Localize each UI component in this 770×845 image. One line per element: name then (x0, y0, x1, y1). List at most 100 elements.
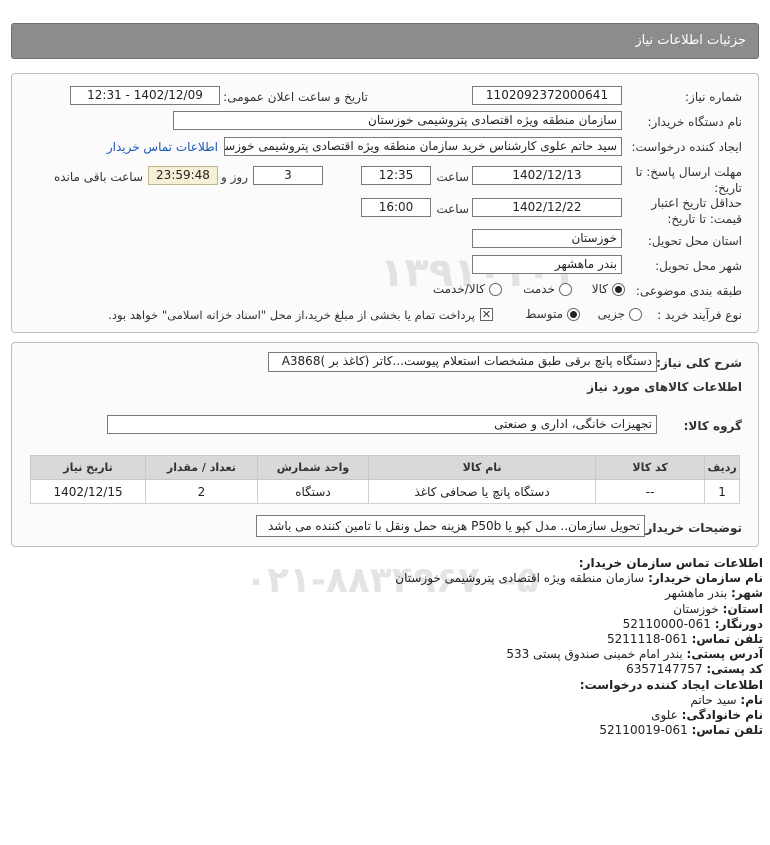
validity-label: حداقل تاریخ اعتبار قیمت: تا تاریخ: (651, 195, 742, 227)
goods-info-title: اطلاعات کالاهای مورد نیاز (587, 380, 742, 394)
page-header: جزئیات اطلاعات نیاز (11, 23, 759, 59)
deadline-date-field: 1402/12/13 (472, 166, 622, 185)
contact-city-label: شهر: (731, 586, 763, 601)
cell-code: -- (594, 479, 706, 504)
goods-group-label: گروه کالا: (683, 419, 742, 433)
category-option-goods: کالا (591, 282, 608, 296)
contact-fax-row: دورنگار: 061-52110000 (23, 617, 763, 632)
deadline-label-line1: مهلت ارسال پاسخ: تا (635, 165, 742, 179)
announce-label: تاریخ و ساعت اعلان عمومی: (223, 90, 368, 104)
radio-selected-icon[interactable] (567, 307, 580, 321)
category-option-goods-service: کالا/خدمت (432, 282, 485, 296)
cell-qty: 2 (145, 479, 258, 504)
creator-family-label: نام خانوادگی: (681, 708, 763, 723)
table-row: 1 -- دستگاه پانچ یا صحافی کاغذ دستگاه 2 … (29, 479, 740, 504)
contact-province-row: استان: خوزستان (23, 602, 763, 617)
contact-address-value: بندر امام خمینی صندوق پستی 533 (506, 647, 683, 662)
need-summary-field: دستگاه پانچ برقی طبق مشخصات استعلام پیوس… (268, 352, 657, 372)
validity-time-field: 16:00 (361, 198, 431, 217)
category-radio-goods-service[interactable]: کالا/خدمت (422, 281, 502, 297)
contact-address-row: آدرس پستی: بندر امام خمینی صندوق پستی 53… (23, 647, 763, 662)
creator-field: سید حاتم علوی کارشناس خرید سازمان منطقه … (224, 137, 622, 156)
payment-note: پرداخت تمام یا بخشی از مبلغ خرید،از محل … (108, 308, 475, 322)
col-row-header: ردیف (704, 455, 740, 480)
creator-name-value: سید حاتم (690, 692, 737, 707)
creator-name-label: نام: (740, 692, 763, 707)
contact-phone-row: تلفن تماس: 061-5211118 (23, 632, 763, 647)
creator-phone-label: تلفن تماس: (691, 723, 763, 738)
buyer-notes-label: توضیحات خریدار: (640, 521, 742, 535)
validity-date-field: 1402/12/22 (472, 198, 622, 217)
cell-unit: دستگاه (256, 479, 370, 504)
contact-phone-label: تلفن تماس: (691, 632, 763, 647)
days-field: 3 (253, 166, 323, 185)
validity-label-line2: قیمت: تا تاریخ: (667, 212, 742, 226)
process-option-minor: جزیی (597, 307, 625, 321)
days-label: روز و (221, 170, 248, 184)
contact-org-label: نام سازمان خریدار: (648, 571, 763, 586)
process-radio-minor[interactable]: جزیی (592, 306, 642, 322)
need-summary-label: شرح کلی نیاز: (656, 356, 742, 370)
city-field: بندر ماهشهر (472, 255, 622, 274)
radio-selected-icon[interactable] (612, 282, 625, 296)
contact-fax-value: 061-52110000 (622, 616, 711, 631)
announce-field: 1402/12/09 - 12:31 (70, 86, 220, 105)
remaining-time-field: 23:59:48 (148, 166, 218, 185)
cell-row: 1 (704, 479, 740, 504)
contact-org-value: سازمان منطقه ویژه اقتصادی پتروشیمی خوزست… (395, 571, 645, 586)
contact-address-label: آدرس پستی: (686, 647, 763, 662)
creator-title: اطلاعات ایجاد کننده درخواست: (579, 677, 763, 692)
deadline-label-line2: تاریخ: (714, 181, 742, 195)
validity-time-label: ساعت (436, 202, 469, 216)
province-field: خوزستان (472, 229, 622, 248)
contact-postal-label: کد پستی: (706, 662, 763, 677)
contact-province-label: استان: (722, 601, 763, 616)
city-label: شهر محل تحویل: (655, 259, 742, 273)
category-radio-service[interactable]: خدمت (512, 281, 572, 297)
need-number-label: شماره نیاز: (685, 90, 742, 104)
province-label: استان محل تحویل: (647, 234, 742, 248)
process-radio-medium[interactable]: متوسط (520, 306, 580, 322)
contact-city-row: شهر: بندر ماهشهر (23, 586, 763, 601)
contact-province-value: خوزستان (673, 601, 719, 616)
category-radio-goods[interactable]: کالا (565, 281, 625, 297)
radio-icon[interactable] (489, 282, 502, 296)
category-label: طبقه بندی موضوعی: (635, 284, 742, 298)
radio-icon[interactable] (629, 307, 642, 321)
radio-icon[interactable] (559, 282, 572, 296)
validity-label-line1: حداقل تاریخ اعتبار (651, 196, 742, 210)
contact-postal-value: 6357147757 (626, 662, 703, 677)
buyer-contact-link[interactable]: اطلاعات تماس خریدار (107, 140, 218, 154)
buyer-contact-section: اطلاعات تماس سازمان خریدار: نام سازمان خ… (23, 556, 763, 738)
creator-name-row: نام: سید حاتم (23, 693, 763, 708)
category-option-service: خدمت (523, 282, 555, 296)
cell-date: 1402/12/15 (29, 479, 147, 504)
goods-table-header: ردیف کد کالا نام کالا واحد شمارش تعداد /… (29, 455, 740, 480)
buyer-label: نام دستگاه خریدار: (647, 115, 743, 129)
deadline-time-field: 12:35 (361, 166, 431, 185)
creator-family-value: علوی (651, 708, 678, 723)
remaining-label: ساعت باقی مانده (53, 170, 143, 184)
col-unit-header: واحد شمارش (256, 455, 370, 480)
contact-postal-row: کد پستی: 6357147757 (23, 662, 763, 677)
creator-label: ایجاد کننده درخواست: (631, 140, 742, 154)
page-title: جزئیات اطلاعات نیاز (635, 33, 746, 48)
buyer-notes-field: تحویل سازمان.. مدل کپو یا P50b هزینه حمل… (256, 515, 645, 537)
col-qty-header: تعداد / مقدار (145, 455, 258, 480)
deadline-time-label: ساعت (436, 170, 469, 184)
need-number-field: 1102092372000641 (472, 86, 622, 105)
creator-phone-row: تلفن تماس: 061-52110019 (23, 723, 763, 738)
contact-org-row: نام سازمان خریدار: سازمان منطقه ویژه اقت… (23, 571, 763, 586)
col-date-header: تاریخ نیاز (29, 455, 147, 480)
buyer-field: سازمان منطقه ویژه اقتصادی پتروشیمی خوزست… (173, 111, 622, 130)
col-name-header: نام کالا (368, 455, 596, 480)
process-option-medium: متوسط (525, 307, 563, 321)
treasury-checkbox-icon[interactable]: ✕ (480, 308, 493, 321)
contact-fax-label: دورنگار: (714, 616, 763, 631)
creator-phone-value: 061-52110019 (599, 723, 688, 738)
col-code-header: کد کالا (594, 455, 706, 480)
contact-phone-value: 061-5211118 (607, 632, 688, 647)
creator-family-row: نام خانوادگی: علوی (23, 708, 763, 723)
deadline-label: مهلت ارسال پاسخ: تا تاریخ: (635, 164, 742, 196)
goods-table: ردیف کد کالا نام کالا واحد شمارش تعداد /… (29, 455, 740, 504)
